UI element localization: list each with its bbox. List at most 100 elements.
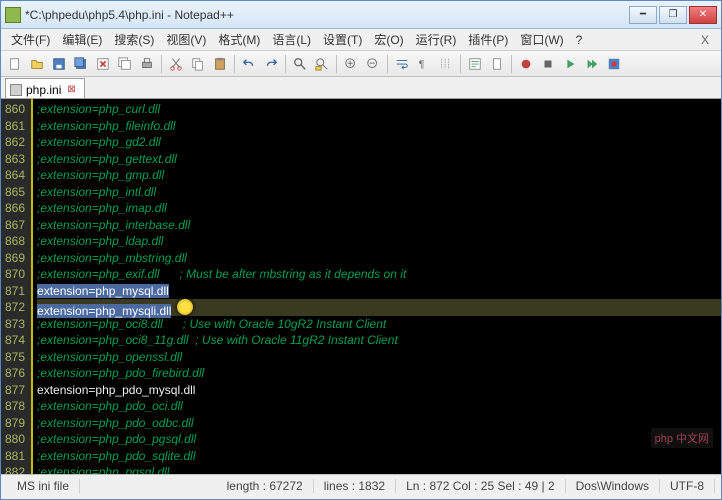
line-number: 864 [5, 167, 25, 184]
open-file-icon[interactable] [27, 54, 47, 74]
code-line[interactable]: ;extension=php_pdo_pgsql.dll [37, 431, 721, 448]
code-line[interactable]: ;extension=php_gd2.dll [37, 134, 721, 151]
menu-view[interactable]: 视图(V) [160, 29, 212, 50]
menu-macro[interactable]: 宏(O) [368, 29, 409, 50]
wordwrap-icon[interactable] [392, 54, 412, 74]
line-number: 860 [5, 101, 25, 118]
menu-language[interactable]: 语言(L) [266, 29, 317, 50]
menu-format[interactable]: 格式(M) [212, 29, 266, 50]
code-line[interactable]: ;extension=php_pdo_oci.dll [37, 398, 721, 415]
new-file-icon[interactable] [5, 54, 25, 74]
menu-settings[interactable]: 设置(T) [317, 29, 368, 50]
titlebar: *C:\phpedu\php5.4\php.ini - Notepad++ ━ … [1, 1, 721, 29]
code-line[interactable]: ;extension=php_intl.dll [37, 184, 721, 201]
zoom-in-icon[interactable] [341, 54, 361, 74]
code-line[interactable]: ;extension=php_mbstring.dll [37, 250, 721, 267]
code-line[interactable]: ;extension=php_pdo_sqlite.dll [37, 448, 721, 465]
file-icon [10, 84, 22, 96]
watermark: php 中文网 [651, 428, 713, 448]
function-list-icon[interactable] [465, 54, 485, 74]
menu-plugins[interactable]: 插件(P) [462, 29, 514, 50]
redo-icon[interactable] [261, 54, 281, 74]
statusbar: MS ini file length : 67272 lines : 1832 … [1, 474, 721, 496]
record-macro-icon[interactable] [516, 54, 536, 74]
code-area[interactable]: ;extension=php_curl.dll;extension=php_fi… [31, 99, 721, 474]
code-line[interactable]: extension=php_pdo_mysql.dll [37, 382, 721, 399]
tab-phpini[interactable]: php.ini ⊠ [5, 78, 85, 98]
line-number: 867 [5, 217, 25, 234]
line-number: 861 [5, 118, 25, 135]
window-title: *C:\phpedu\php5.4\php.ini - Notepad++ [25, 8, 629, 22]
status-position: Ln : 872 Col : 25 Sel : 49 | 2 [396, 479, 566, 493]
status-filetype: MS ini file [7, 479, 80, 493]
code-line[interactable]: ;extension=php_gmp.dll [37, 167, 721, 184]
code-line[interactable]: extension=php_mysqli.dll [37, 299, 721, 316]
save-macro-icon[interactable] [604, 54, 624, 74]
line-number: 873 [5, 316, 25, 333]
code-line[interactable]: ;extension=php_pgsql.dll [37, 464, 721, 474]
line-number: 863 [5, 151, 25, 168]
code-line[interactable]: ;extension=php_imap.dll [37, 200, 721, 217]
menu-window[interactable]: 窗口(W) [514, 29, 569, 50]
undo-icon[interactable] [239, 54, 259, 74]
tabbar: php.ini ⊠ [1, 77, 721, 99]
line-number: 875 [5, 349, 25, 366]
code-line[interactable]: ;extension=php_curl.dll [37, 101, 721, 118]
save-icon[interactable] [49, 54, 69, 74]
status-encoding: UTF-8 [660, 479, 715, 493]
play-multi-icon[interactable] [582, 54, 602, 74]
save-all-icon[interactable] [71, 54, 91, 74]
show-all-chars-icon[interactable]: ¶ [414, 54, 434, 74]
code-line[interactable]: ;extension=php_interbase.dll [37, 217, 721, 234]
menu-file[interactable]: 文件(F) [5, 29, 56, 50]
cursor-indicator [177, 299, 193, 315]
close-file-icon[interactable] [93, 54, 113, 74]
line-number: 865 [5, 184, 25, 201]
toolbar: ¶ [1, 51, 721, 77]
line-number: 876 [5, 365, 25, 382]
code-line[interactable]: ;extension=php_fileinfo.dll [37, 118, 721, 135]
svg-text:¶: ¶ [419, 58, 425, 70]
print-icon[interactable] [137, 54, 157, 74]
cut-icon[interactable] [166, 54, 186, 74]
paste-icon[interactable] [210, 54, 230, 74]
close-all-icon[interactable] [115, 54, 135, 74]
line-number: 862 [5, 134, 25, 151]
code-line[interactable]: ;extension=php_openssl.dll [37, 349, 721, 366]
doc-map-icon[interactable] [487, 54, 507, 74]
code-line[interactable]: ;extension=php_gettext.dll [37, 151, 721, 168]
code-line[interactable]: ;extension=php_oci8.dll ; Use with Oracl… [37, 316, 721, 333]
replace-icon[interactable] [312, 54, 332, 74]
menu-search[interactable]: 搜索(S) [108, 29, 160, 50]
find-icon[interactable] [290, 54, 310, 74]
line-number: 877 [5, 382, 25, 399]
status-lines: lines : 1832 [314, 479, 396, 493]
tab-close-icon[interactable]: ⊠ [67, 84, 75, 95]
indent-guide-icon[interactable] [436, 54, 456, 74]
code-line[interactable]: extension=php_mysql.dll [37, 283, 721, 300]
code-line[interactable]: ;extension=php_pdo_odbc.dll [37, 415, 721, 432]
code-line[interactable]: ;extension=php_oci8_11g.dll ; Use with O… [37, 332, 721, 349]
menubar-close-icon[interactable]: X [693, 31, 717, 49]
line-number: 878 [5, 398, 25, 415]
menu-run[interactable]: 运行(R) [410, 29, 463, 50]
menu-help[interactable]: ? [570, 31, 589, 49]
zoom-out-icon[interactable] [363, 54, 383, 74]
line-number: 870 [5, 266, 25, 283]
copy-icon[interactable] [188, 54, 208, 74]
status-eol: Dos\Windows [566, 479, 660, 493]
menu-edit[interactable]: 编辑(E) [56, 29, 108, 50]
maximize-button[interactable]: ❐ [659, 6, 687, 24]
close-button[interactable]: ✕ [689, 6, 717, 24]
code-line[interactable]: ;extension=php_exif.dll ; Must be after … [37, 266, 721, 283]
stop-macro-icon[interactable] [538, 54, 558, 74]
line-number: 869 [5, 250, 25, 267]
app-icon [5, 7, 21, 23]
editor[interactable]: 8608618628638648658668678688698708718728… [1, 99, 721, 474]
tab-label: php.ini [26, 83, 61, 97]
code-line[interactable]: ;extension=php_pdo_firebird.dll [37, 365, 721, 382]
code-line[interactable]: ;extension=php_ldap.dll [37, 233, 721, 250]
minimize-button[interactable]: ━ [629, 6, 657, 24]
line-number: 866 [5, 200, 25, 217]
play-macro-icon[interactable] [560, 54, 580, 74]
